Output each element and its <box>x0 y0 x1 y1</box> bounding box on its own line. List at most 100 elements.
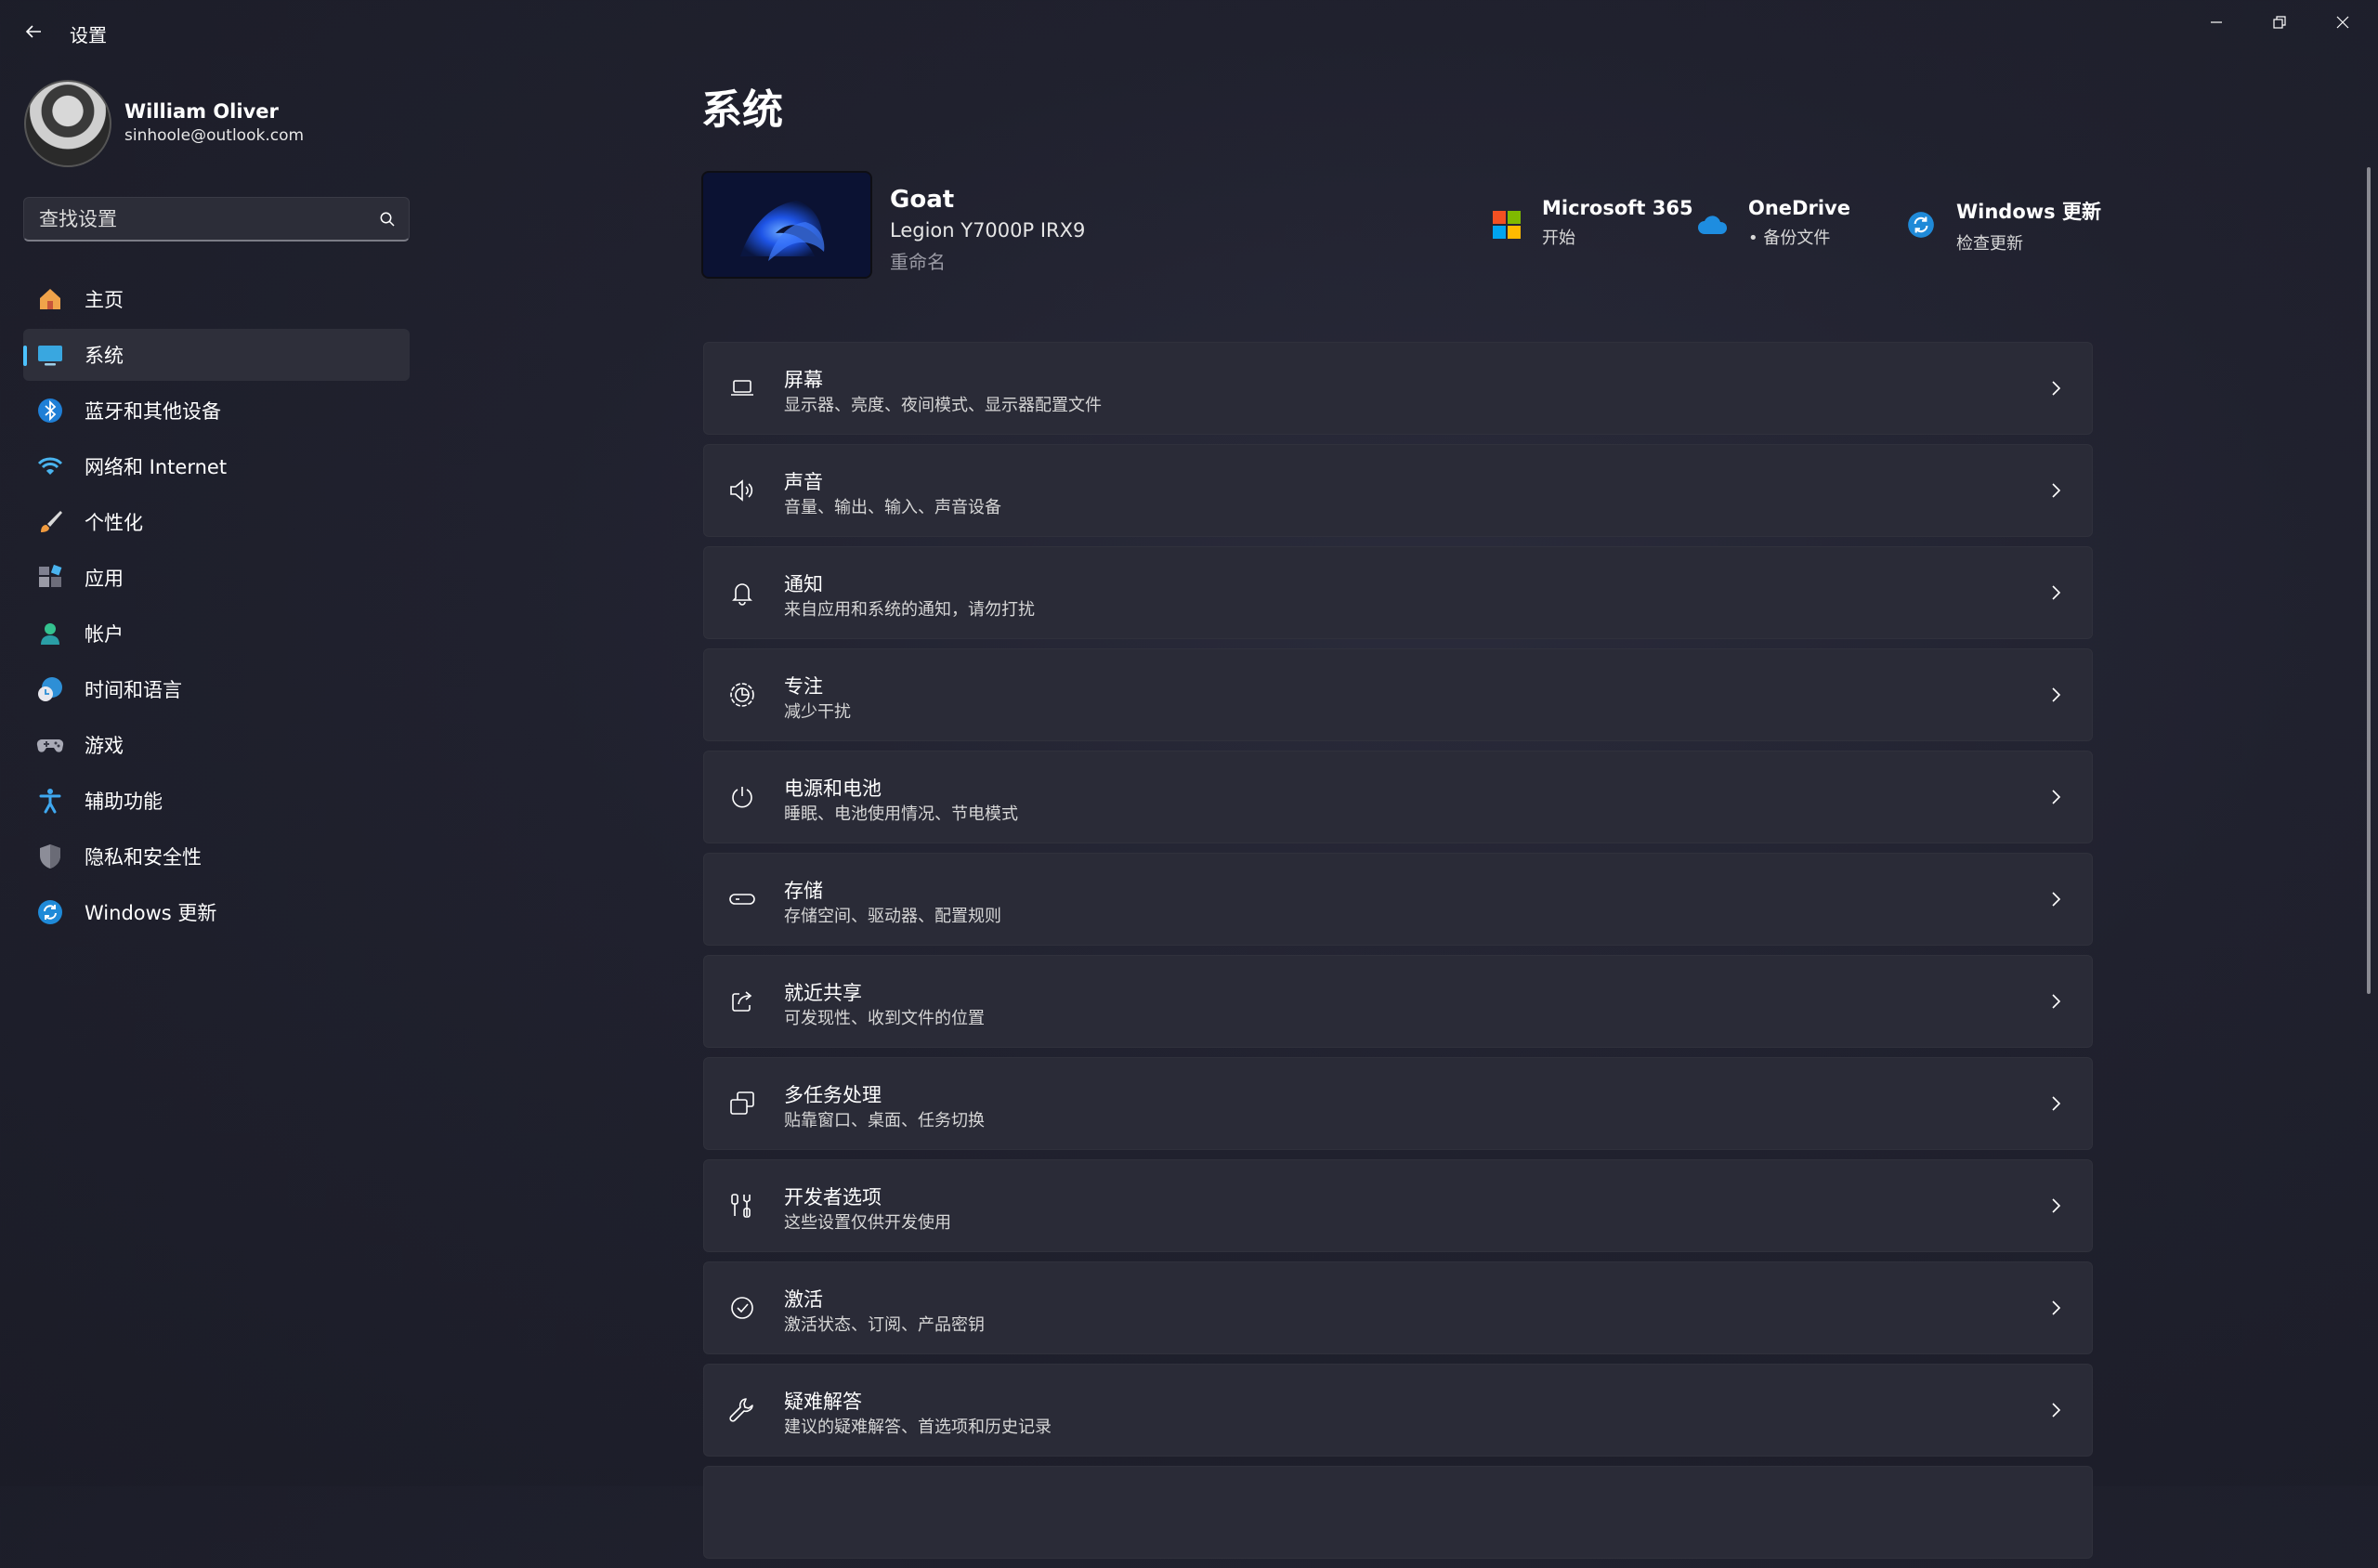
sync-icon <box>1904 208 1938 242</box>
scrollbar[interactable] <box>2367 167 2371 994</box>
chevron-right-icon <box>2044 1296 2068 1320</box>
apps-icon <box>36 564 64 592</box>
chevron-right-icon <box>2044 683 2068 707</box>
minimize-button[interactable] <box>2185 0 2248 45</box>
search-input[interactable] <box>37 207 357 231</box>
settings-card-notifications[interactable]: 通知 来自应用和系统的通知，请勿打扰 <box>703 546 2093 639</box>
chevron-right-icon <box>2044 581 2068 605</box>
sidebar-item-system[interactable]: 系统 <box>23 329 410 381</box>
developer-tools-icon <box>728 1192 756 1220</box>
wifi-icon <box>36 452 64 480</box>
quick-link-onedrive[interactable]: OneDrive • 备份文件 <box>1696 197 1850 249</box>
settings-card-power-battery[interactable]: 电源和电池 睡眠、电池使用情况、节电模式 <box>703 751 2093 843</box>
check-circle-icon <box>728 1294 756 1322</box>
sidebar-item-personalization[interactable]: 个性化 <box>23 496 410 548</box>
search-box[interactable] <box>23 197 410 242</box>
card-title: 声音 <box>784 471 823 493</box>
settings-card-next-partial[interactable] <box>703 1466 2093 1559</box>
card-subtitle: 这些设置仅供开发使用 <box>784 1213 951 1233</box>
sidebar-item-privacy[interactable]: 隐私和安全性 <box>23 830 410 882</box>
card-subtitle: 减少干扰 <box>784 702 851 722</box>
sidebar-item-label: Windows 更新 <box>85 902 217 924</box>
bluetooth-icon <box>36 397 64 425</box>
card-subtitle: 睡眠、电池使用情况、节电模式 <box>784 804 1018 824</box>
sidebar-item-label: 网络和 Internet <box>85 456 228 478</box>
sidebar-item-gaming[interactable]: 游戏 <box>23 719 410 771</box>
quick-link-title: Windows 更新 <box>1956 201 2101 223</box>
card-title: 通知 <box>784 573 823 595</box>
sidebar-item-home[interactable]: 主页 <box>23 273 410 325</box>
sidebar-item-label: 时间和语言 <box>85 679 182 701</box>
back-button[interactable] <box>19 17 48 46</box>
sidebar-item-label: 游戏 <box>85 735 124 757</box>
quick-link-subtitle: 开始 <box>1542 229 1575 248</box>
settings-card-activation[interactable]: 激活 激活状态、订阅、产品密钥 <box>703 1261 2093 1354</box>
card-subtitle: 来自应用和系统的通知，请勿打扰 <box>784 600 1035 620</box>
quick-link-windows-update[interactable]: Windows 更新 检查更新 <box>1904 197 2101 255</box>
card-title: 多任务处理 <box>784 1084 882 1106</box>
sidebar-item-label: 个性化 <box>85 512 143 534</box>
sidebar-item-windows-update[interactable]: Windows 更新 <box>23 886 410 938</box>
device-name: Goat <box>890 186 955 214</box>
app-title: 设置 <box>70 24 107 46</box>
settings-card-display[interactable]: 屏幕 显示器、亮度、夜间模式、显示器配置文件 <box>703 342 2093 435</box>
multitask-icon <box>728 1090 756 1117</box>
card-subtitle: 音量、输出、输入、声音设备 <box>784 498 1001 517</box>
settings-card-storage[interactable]: 存储 存储空间、驱动器、配置规则 <box>703 853 2093 946</box>
card-subtitle: 贴靠窗口、桌面、任务切换 <box>784 1111 985 1130</box>
person-icon <box>36 620 64 647</box>
shield-icon <box>36 843 64 870</box>
focus-icon <box>728 681 756 709</box>
device-wallpaper-thumbnail[interactable] <box>701 171 872 279</box>
card-subtitle: 激活状态、订阅、产品密钥 <box>784 1315 985 1335</box>
accessibility-icon <box>36 787 64 815</box>
sidebar-item-network[interactable]: 网络和 Internet <box>23 440 410 492</box>
card-subtitle: 可发现性、收到文件的位置 <box>784 1009 985 1028</box>
sidebar-item-accounts[interactable]: 帐户 <box>23 608 410 660</box>
quick-link-subtitle: 检查更新 <box>1956 234 2023 254</box>
quick-link-microsoft-365[interactable]: Microsoft 365 开始 <box>1490 197 1693 249</box>
card-subtitle: 建议的疑难解答、首选项和历史记录 <box>784 1418 1052 1437</box>
sidebar-item-bluetooth[interactable]: 蓝牙和其他设备 <box>23 385 410 437</box>
search-icon[interactable] <box>379 211 396 231</box>
microsoft-logo-icon <box>1490 208 1523 242</box>
chevron-right-icon <box>2044 478 2068 503</box>
card-title: 电源和电池 <box>784 777 882 800</box>
sidebar-item-apps[interactable]: 应用 <box>23 552 410 604</box>
settings-card-nearby-sharing[interactable]: 就近共享 可发现性、收到文件的位置 <box>703 955 2093 1048</box>
device-model: Legion Y7000P IRX9 <box>890 219 1086 242</box>
card-subtitle: 存储空间、驱动器、配置规则 <box>784 907 1001 926</box>
settings-card-developer-options[interactable]: 开发者选项 这些设置仅供开发使用 <box>703 1159 2093 1252</box>
gamepad-icon <box>36 731 64 759</box>
card-title: 开发者选项 <box>784 1186 882 1209</box>
title-bar: 设置 <box>0 0 2378 65</box>
settings-card-troubleshoot[interactable]: 疑难解答 建议的疑难解答、首选项和历史记录 <box>703 1364 2093 1457</box>
settings-card-sound[interactable]: 声音 音量、输出、输入、声音设备 <box>703 444 2093 537</box>
home-icon <box>36 285 64 313</box>
drive-icon <box>728 885 756 913</box>
rename-link[interactable]: 重命名 <box>890 247 946 274</box>
laptop-icon <box>728 374 756 402</box>
sidebar-item-label: 辅助功能 <box>85 791 163 813</box>
speaker-icon <box>728 477 756 504</box>
restore-button[interactable] <box>2248 0 2311 45</box>
sidebar-item-label: 应用 <box>85 568 124 590</box>
card-title: 就近共享 <box>784 982 862 1004</box>
monitor-icon <box>36 341 64 369</box>
arrow-left-icon <box>25 25 41 38</box>
chevron-right-icon <box>2044 1398 2068 1422</box>
brush-icon <box>36 508 64 536</box>
settings-card-focus[interactable]: 专注 减少干扰 <box>703 648 2093 741</box>
close-button[interactable] <box>2311 0 2374 45</box>
sync-icon <box>36 898 64 926</box>
settings-card-multitasking[interactable]: 多任务处理 贴靠窗口、桌面、任务切换 <box>703 1057 2093 1150</box>
sidebar-item-time-language[interactable]: 时间和语言 <box>23 663 410 715</box>
quick-link-subtitle: • 备份文件 <box>1748 229 1831 248</box>
sidebar-item-accessibility[interactable]: 辅助功能 <box>23 775 410 827</box>
chevron-right-icon <box>2044 785 2068 809</box>
quick-link-title: OneDrive <box>1748 197 1850 219</box>
share-icon <box>728 987 756 1015</box>
power-icon <box>728 783 756 811</box>
chevron-right-icon <box>2044 1091 2068 1116</box>
wrench-icon <box>728 1396 756 1424</box>
